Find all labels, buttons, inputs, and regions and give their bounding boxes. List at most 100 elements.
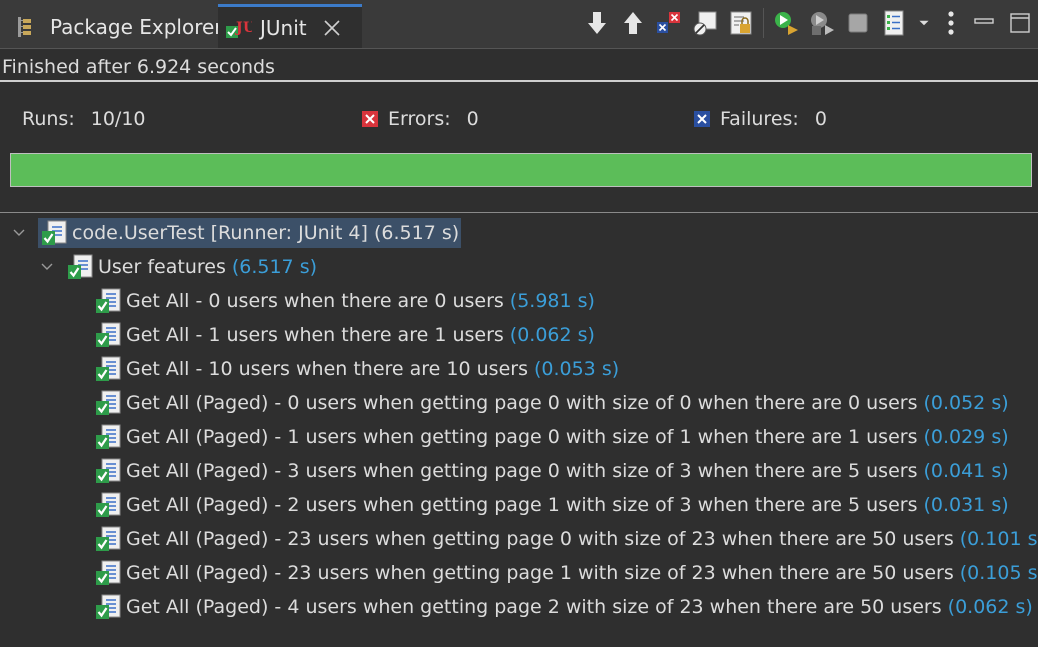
test-case-label: Get All (Paged) - 23 users when getting … xyxy=(126,528,954,550)
scroll-lock-button[interactable] xyxy=(723,5,759,41)
history-icon xyxy=(884,10,904,36)
stop-icon xyxy=(848,13,868,33)
test-passed-icon xyxy=(96,526,121,551)
test-run-history-button[interactable] xyxy=(876,5,912,41)
tree-suite-time: (6.517 s) xyxy=(231,256,318,278)
show-skipped-icon xyxy=(693,11,717,36)
maximize-icon xyxy=(1010,13,1030,33)
divider xyxy=(0,80,1038,82)
test-case-time: (0.031 s) xyxy=(923,494,1009,516)
test-case-label: Get All - 0 users when there are 0 users xyxy=(126,290,504,312)
maximize-button[interactable] xyxy=(1002,5,1038,41)
test-passed-icon xyxy=(96,356,121,381)
error-icon xyxy=(362,111,378,127)
test-case-label: Get All (Paged) - 3 users when getting p… xyxy=(126,460,918,482)
previous-failure-button[interactable] xyxy=(615,5,651,41)
tab-package-explorer-label: Package Explorer xyxy=(50,15,223,39)
tree-suite-node[interactable]: User features (6.517 s) xyxy=(38,250,317,284)
test-case-label: Get All (Paged) - 2 users when getting p… xyxy=(126,494,918,516)
rerun-button[interactable] xyxy=(768,5,804,41)
show-skipped-button[interactable] xyxy=(687,5,723,41)
test-case-label: Get All - 10 users when there are 10 use… xyxy=(126,358,528,380)
errors-value: 0 xyxy=(466,108,479,130)
tree-root-label-wrap: code.UserTest [Runner: JUnit 4] (6.517 s… xyxy=(38,218,462,248)
test-suite-passed-icon xyxy=(68,254,93,279)
errors-counter: Errors: 0 xyxy=(362,108,479,130)
more-options-button[interactable] xyxy=(936,5,966,41)
minimize-button[interactable] xyxy=(966,5,1002,41)
view-toolbar xyxy=(579,0,1038,46)
view-menu-button[interactable] xyxy=(912,5,936,41)
tree-root-label: code.UserTest [Runner: JUnit 4] (6.517 s… xyxy=(72,222,460,244)
test-case-row[interactable]: Get All (Paged) - 1 users when getting p… xyxy=(94,420,1009,454)
failures-value: 0 xyxy=(814,108,827,130)
toolbar-separator xyxy=(763,8,764,38)
test-case-row[interactable]: Get All (Paged) - 23 users when getting … xyxy=(94,556,1038,590)
test-case-time: (0.052 s) xyxy=(923,392,1009,414)
minimize-icon xyxy=(974,18,994,24)
test-passed-icon xyxy=(96,458,121,483)
chevron-down-icon[interactable] xyxy=(10,224,28,242)
divider xyxy=(0,212,1038,213)
test-case-label: Get All (Paged) - 4 users when getting p… xyxy=(126,596,942,618)
test-case-time: (0.101 s) xyxy=(959,528,1038,550)
test-case-time: (5.981 s) xyxy=(509,290,595,312)
test-case-time: (0.062 s) xyxy=(947,596,1033,618)
test-passed-icon xyxy=(96,288,121,313)
test-passed-icon xyxy=(96,390,121,415)
test-case-label: Get All - 1 users when there are 1 users xyxy=(126,324,504,346)
progress-bar xyxy=(10,153,1032,187)
test-case-row[interactable]: Get All - 0 users when there are 0 users… xyxy=(94,284,595,318)
test-case-time: (0.029 s) xyxy=(923,426,1009,448)
test-passed-icon xyxy=(96,322,121,347)
stop-button[interactable] xyxy=(840,5,876,41)
junit-icon: J U xyxy=(226,20,252,38)
test-case-row[interactable]: Get All - 1 users when there are 1 users… xyxy=(94,318,595,352)
tree-suite-label: User features xyxy=(98,256,226,278)
previous-failure-icon xyxy=(624,12,642,34)
test-passed-icon xyxy=(96,594,121,619)
test-case-time: (0.053 s) xyxy=(533,358,620,380)
more-icon xyxy=(948,11,954,35)
test-case-row[interactable]: Get All (Paged) - 0 users when getting p… xyxy=(94,386,1009,420)
tab-junit[interactable]: J U JUnit xyxy=(218,4,362,48)
rerun-failed-first-button[interactable] xyxy=(804,5,840,41)
runs-counter: Runs: 10/10 xyxy=(22,108,146,130)
runs-label: Runs: xyxy=(22,108,75,130)
runs-value: 10/10 xyxy=(90,108,146,130)
test-case-time: (0.041 s) xyxy=(923,460,1009,482)
scroll-lock-icon xyxy=(730,11,752,35)
tab-junit-label: JUnit xyxy=(260,15,307,40)
rerun-failed-first-icon xyxy=(811,12,834,35)
show-failures-only-button[interactable] xyxy=(651,5,687,41)
junit-view: Package Explorer J U JUnit Finished afte… xyxy=(0,0,1038,647)
next-failure-icon xyxy=(588,12,606,34)
test-case-label: Get All (Paged) - 23 users when getting … xyxy=(126,562,954,584)
test-case-row[interactable]: Get All - 10 users when there are 10 use… xyxy=(94,352,619,386)
failures-label: Failures: xyxy=(720,108,799,130)
test-case-time: (0.105 s) xyxy=(959,562,1038,584)
test-case-time: (0.062 s) xyxy=(509,324,595,346)
test-case-row[interactable]: Get All (Paged) - 23 users when getting … xyxy=(94,522,1038,556)
failures-counter: Failures: 0 xyxy=(694,108,827,130)
tab-package-explorer[interactable]: Package Explorer xyxy=(8,6,223,48)
rerun-icon xyxy=(775,12,798,35)
test-case-row[interactable]: Get All (Paged) - 3 users when getting p… xyxy=(94,454,1009,488)
test-passed-icon xyxy=(96,492,121,517)
next-failure-button[interactable] xyxy=(579,5,615,41)
chevron-down-icon xyxy=(919,20,929,26)
tree-root-node[interactable]: code.UserTest [Runner: JUnit 4] (6.517 s… xyxy=(10,216,462,250)
test-suite-passed-icon xyxy=(42,220,67,245)
show-failures-only-icon xyxy=(657,12,680,33)
chevron-down-icon[interactable] xyxy=(38,258,56,276)
test-case-row[interactable]: Get All (Paged) - 2 users when getting p… xyxy=(94,488,1009,522)
close-icon[interactable] xyxy=(323,19,341,37)
test-case-row[interactable]: Get All (Paged) - 4 users when getting p… xyxy=(94,590,1033,624)
test-case-label: Get All (Paged) - 0 users when getting p… xyxy=(126,392,918,414)
test-passed-icon xyxy=(96,424,121,449)
failure-icon xyxy=(694,111,710,127)
test-case-label: Get All (Paged) - 1 users when getting p… xyxy=(126,426,918,448)
status-message: Finished after 6.924 seconds xyxy=(2,56,275,78)
view-tab-bar: Package Explorer J U JUnit xyxy=(0,0,1038,49)
test-passed-icon xyxy=(96,560,121,585)
